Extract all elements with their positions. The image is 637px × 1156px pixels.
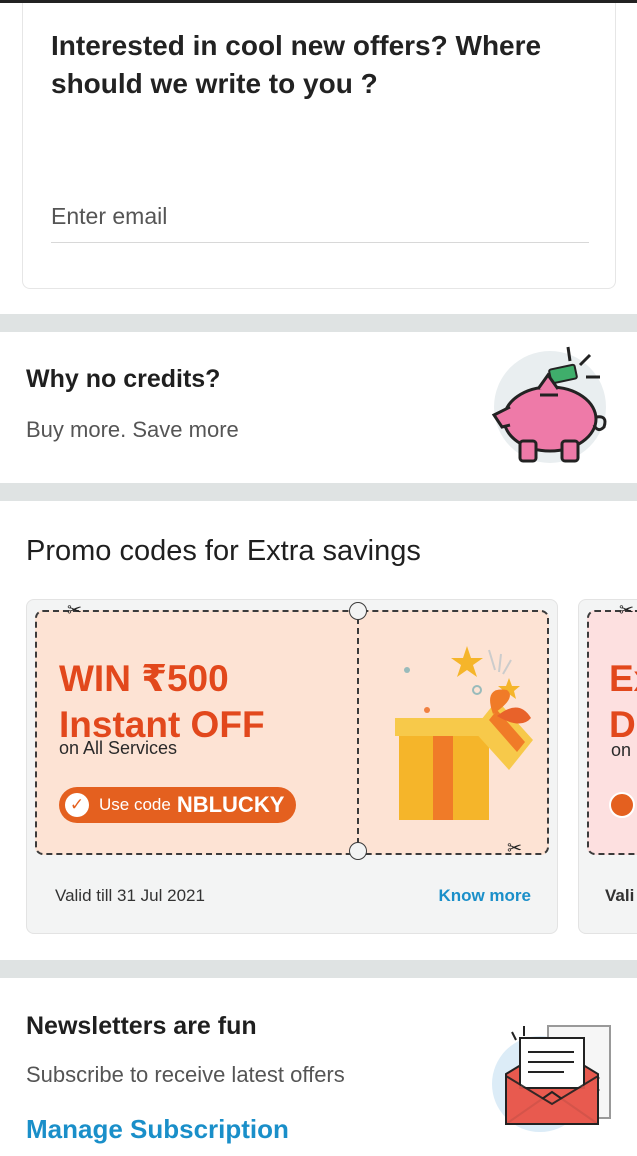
section-divider: [0, 314, 637, 332]
envelope-letter-icon: [492, 1025, 611, 1132]
promo-card-next[interactable]: ✂ Ex Di on Vali: [578, 599, 637, 934]
manage-subscription-link[interactable]: Manage Subscription: [26, 1114, 289, 1145]
check-icon: [609, 792, 635, 818]
promo-card-footer: Valid till 31 Jul 2021 Know more: [27, 858, 557, 933]
email-input[interactable]: [51, 191, 589, 243]
validity-text: Valid till 31 Jul 2021: [55, 886, 205, 905]
credits-subtitle: Buy more. Save more: [26, 417, 239, 442]
scissors-icon: ✂: [507, 838, 523, 858]
section-divider: [0, 483, 637, 501]
code-prefix: Use code: [99, 795, 171, 814]
check-icon: ✓: [65, 793, 89, 817]
promo-section: Promo codes for Extra savings ✂ ✂ WIN ₹5…: [0, 501, 637, 961]
scissors-icon: ✂: [619, 600, 635, 620]
section-divider: [0, 960, 637, 978]
newsletter-title: Newsletters are fun: [26, 1012, 257, 1040]
newsletter-subtitle: Subscribe to receive latest offers: [26, 1062, 345, 1087]
promo-code-pill[interactable]: ✓ Use code NBLUCKY: [59, 787, 297, 823]
coupon-headline: WIN ₹500 Instant OFF: [59, 658, 265, 745]
coupon-headline: Ex Di: [609, 658, 637, 745]
piggy-bank-icon: [491, 346, 607, 463]
promo-title: Promo codes for Extra savings: [26, 535, 421, 567]
email-offers-title: Interested in cool new offers? Where sho…: [51, 30, 542, 99]
email-offers-card: Interested in cool new offers? Where sho…: [22, 3, 616, 289]
perforation-line: [357, 618, 359, 844]
credits-title: Why no credits?: [26, 365, 221, 393]
coupon: ✂ Ex Di on: [587, 600, 637, 855]
gift-box-icon: [395, 646, 533, 820]
validity-text: Vali: [605, 886, 635, 905]
coupon-notch: [349, 602, 367, 620]
know-more-link[interactable]: Know more: [438, 886, 531, 906]
coupon-subtitle: on All Services: [59, 738, 178, 758]
promo-card[interactable]: ✂ ✂ WIN ₹500 Instant OFF on All Services…: [26, 599, 558, 934]
credits-section[interactable]: Why no credits? Buy more. Save more: [0, 333, 637, 483]
promo-code: NBLUCKY: [176, 792, 285, 817]
scissors-icon: ✂: [67, 600, 83, 620]
coupon: ✂ ✂ WIN ₹500 Instant OFF on All Services…: [35, 600, 549, 860]
newsletter-section: Newsletters are fun Subscribe to receive…: [0, 978, 637, 1156]
coupon-subtitle: on: [611, 740, 632, 760]
